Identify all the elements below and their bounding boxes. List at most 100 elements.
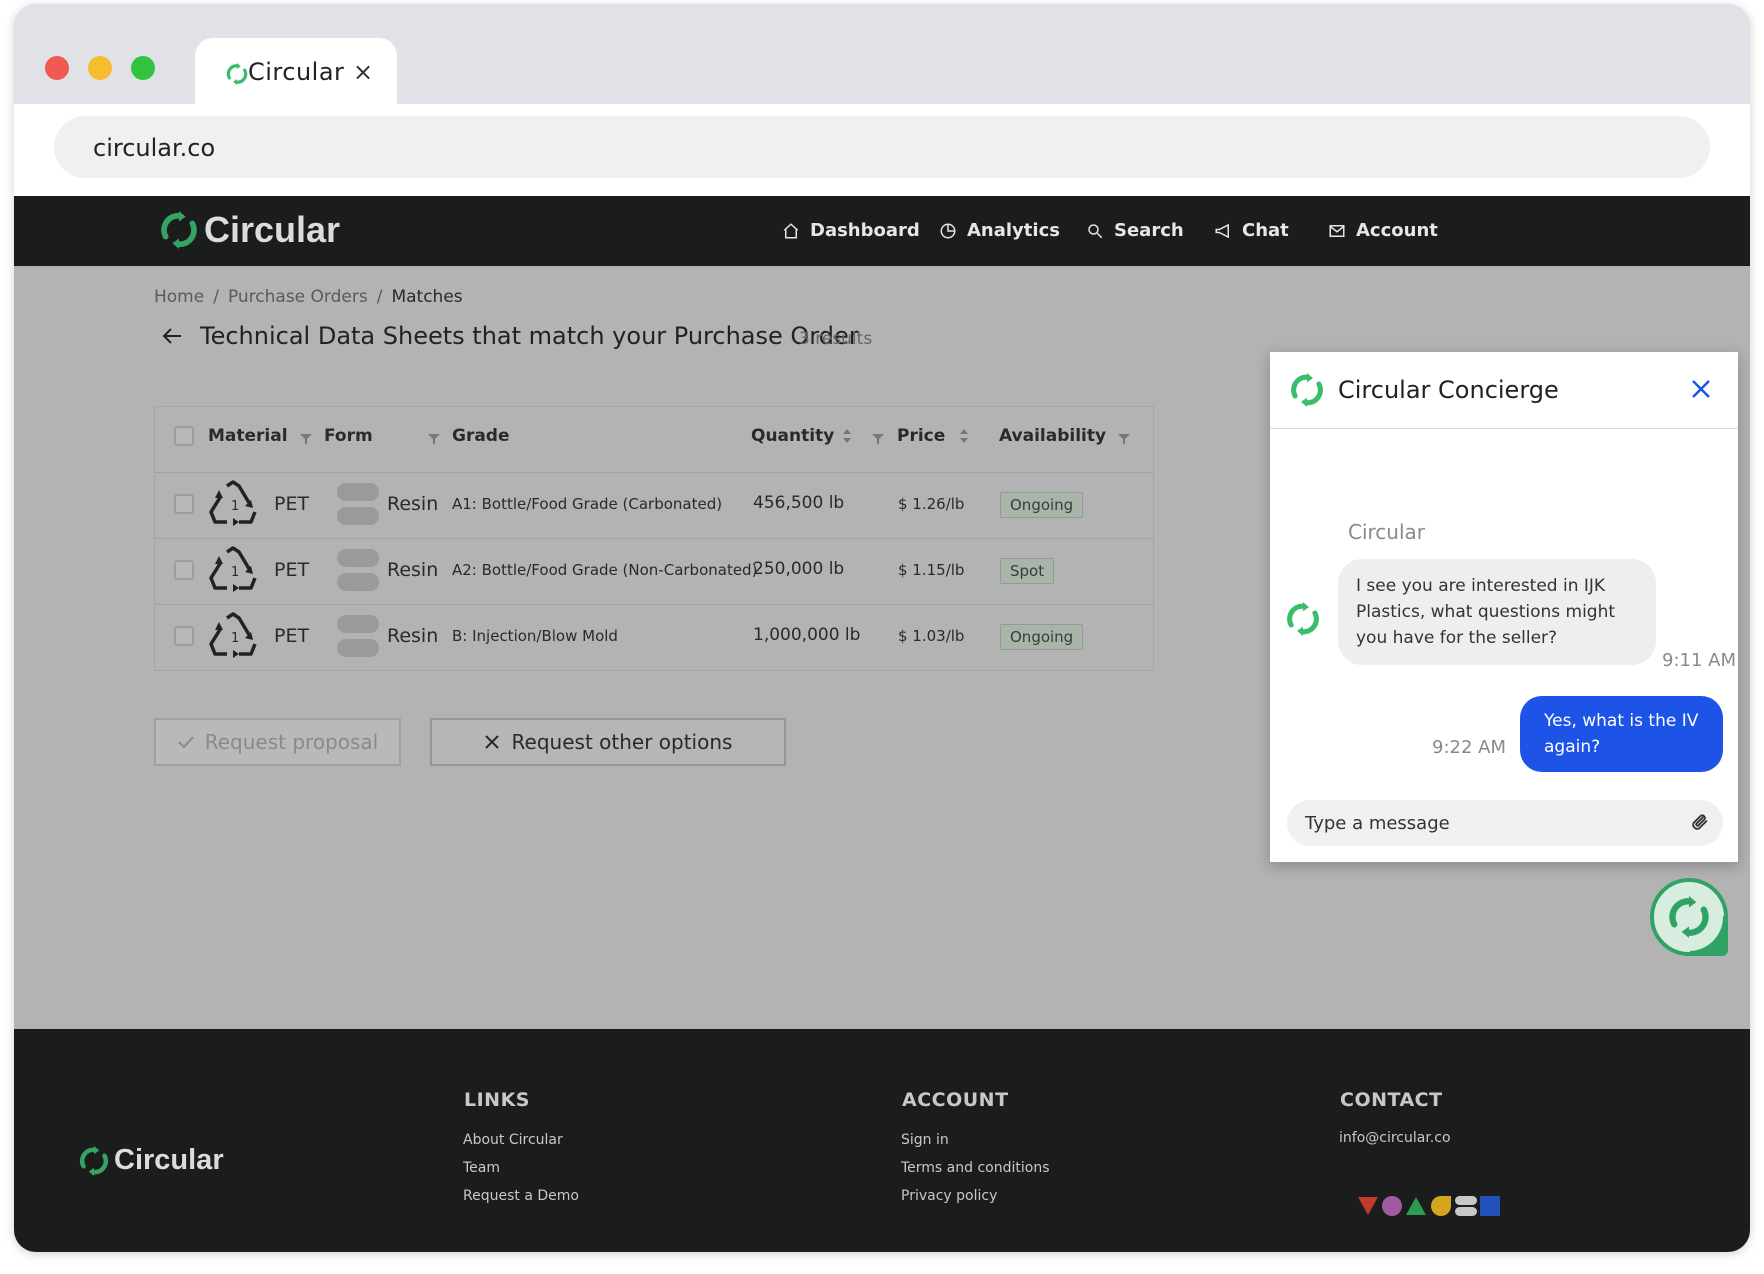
column-header-grade[interactable]: Grade: [452, 426, 510, 446]
resin-code: 1: [231, 565, 240, 580]
paperclip-icon[interactable]: [1689, 811, 1711, 837]
message-input[interactable]: [1305, 810, 1665, 836]
material-cell: PET: [274, 493, 310, 515]
footer-brand-name: Circular: [114, 1144, 224, 1176]
footer-links-heading: LINKS: [464, 1089, 530, 1111]
row-checkbox[interactable]: [174, 494, 194, 514]
footer: [14, 1029, 1750, 1252]
close-window-button[interactable]: [45, 56, 69, 80]
address-bar-area: [14, 104, 1750, 198]
grade-cell: B: Injection/Blow Mold: [452, 627, 618, 645]
resin-form-icon: [337, 615, 379, 633]
breadcrumb-home[interactable]: Home: [154, 287, 204, 307]
footer-link-terms[interactable]: Terms and conditions: [901, 1160, 1050, 1176]
outgoing-message: Yes, what is the IV again?: [1520, 696, 1723, 772]
search-icon: [1088, 223, 1103, 238]
minimize-window-button[interactable]: [88, 56, 112, 80]
incoming-message: I see you are interested in IJK Plastics…: [1338, 559, 1656, 665]
nav-account-label: Account: [1356, 220, 1438, 241]
sort-icon[interactable]: [842, 428, 852, 448]
results-count: 3 results: [799, 329, 873, 349]
megaphone-icon: [1215, 223, 1229, 238]
red-triangle-icon: [1358, 1197, 1378, 1215]
check-icon: [178, 736, 194, 749]
filter-icon[interactable]: [300, 430, 312, 449]
address-bar[interactable]: [54, 116, 1710, 178]
availability-badge: Spot: [1000, 558, 1055, 584]
resin-form-icon: [337, 549, 379, 567]
message-timestamp: 9:11 AM: [1662, 650, 1736, 671]
nav-chat-label: Chat: [1242, 220, 1289, 241]
request-proposal-button[interactable]: Request proposal: [154, 718, 401, 766]
availability-badge: Ongoing: [1000, 624, 1084, 650]
form-cell: Resin: [387, 493, 439, 515]
column-header-quantity[interactable]: Quantity: [751, 426, 834, 446]
footer-account-heading: ACCOUNT: [902, 1089, 1009, 1111]
quantity-cell: 250,000 lb: [753, 559, 845, 579]
resin-form-icon: [337, 507, 379, 525]
row-checkbox[interactable]: [174, 626, 194, 646]
form-cell: Resin: [387, 625, 439, 647]
filter-icon[interactable]: [1118, 430, 1130, 449]
breadcrumb-separator: /: [213, 287, 219, 307]
filter-icon[interactable]: [872, 430, 884, 449]
home-icon: [783, 222, 799, 238]
footer-contact-heading: CONTACT: [1340, 1089, 1443, 1111]
request-proposal-label: Request proposal: [204, 730, 379, 754]
chat-panel: Circular Concierge Circular I see you ar…: [1270, 352, 1738, 862]
close-icon[interactable]: [1690, 378, 1712, 404]
request-other-options-button[interactable]: Request other options: [430, 718, 786, 766]
footer-link-about[interactable]: About Circular: [463, 1132, 563, 1148]
form-cell: Resin: [387, 559, 439, 581]
sort-icon[interactable]: [959, 428, 969, 448]
footer-link-sign-in[interactable]: Sign in: [901, 1132, 949, 1148]
nav-dashboard[interactable]: Dashboard: [782, 220, 920, 241]
footer-brand[interactable]: Circular: [79, 1144, 224, 1177]
footer-link-privacy[interactable]: Privacy policy: [901, 1188, 997, 1204]
maximize-window-button[interactable]: [131, 56, 155, 80]
select-all-checkbox[interactable]: [174, 426, 194, 446]
url-text[interactable]: circular.co: [93, 134, 215, 162]
footer-link-demo[interactable]: Request a Demo: [463, 1188, 579, 1204]
browser-tab-title: Circular: [248, 58, 345, 86]
resin-form-icon: [337, 573, 379, 591]
price-cell: $ 1.15/lb: [898, 561, 965, 579]
nav-search[interactable]: Search: [1086, 220, 1184, 241]
row-checkbox[interactable]: [174, 560, 194, 580]
green-triangle-icon: [1406, 1197, 1426, 1215]
resin-form-icon: [337, 483, 379, 501]
nav-account[interactable]: Account: [1328, 220, 1438, 241]
breadcrumb-purchase-orders[interactable]: Purchase Orders: [228, 287, 368, 307]
nav-analytics[interactable]: Analytics: [939, 220, 1060, 241]
column-header-form[interactable]: Form: [324, 426, 373, 446]
footer-link-team[interactable]: Team: [463, 1160, 500, 1176]
column-header-availability[interactable]: Availability: [999, 426, 1106, 446]
gray-pills-icon: [1455, 1196, 1477, 1216]
column-header-price[interactable]: Price: [897, 426, 945, 446]
footer-shapes-decoration: [1357, 1196, 1500, 1216]
table-divider: [155, 604, 1155, 605]
chat-header: Circular Concierge: [1270, 352, 1738, 429]
blue-square-icon: [1480, 1196, 1500, 1216]
message-input-field[interactable]: [1287, 800, 1723, 846]
brand-logo[interactable]: Circular: [160, 209, 340, 251]
circular-favicon-icon: [226, 63, 248, 89]
nav-chat[interactable]: Chat: [1214, 220, 1289, 241]
circular-logo-icon: [1669, 896, 1709, 938]
footer-contact-email[interactable]: info@circular.co: [1339, 1130, 1451, 1146]
sender-avatar-icon: [1286, 602, 1320, 640]
breadcrumb: Home / Purchase Orders / Matches: [154, 287, 463, 307]
resin-form-icon: [337, 639, 379, 657]
back-arrow-icon[interactable]: [160, 324, 184, 352]
chat-launcher-face[interactable]: [1655, 883, 1723, 951]
quantity-cell: 1,000,000 lb: [753, 625, 861, 645]
tab-close-icon[interactable]: ×: [353, 58, 373, 86]
sender-name: Circular: [1348, 520, 1426, 544]
filter-icon[interactable]: [428, 430, 440, 449]
table-divider: [155, 472, 1155, 473]
column-header-material[interactable]: Material: [208, 426, 288, 446]
yellow-drop-icon: [1431, 1196, 1451, 1216]
x-icon: [484, 735, 499, 749]
material-cell: PET: [274, 625, 310, 647]
resin-code: 1: [231, 631, 240, 646]
